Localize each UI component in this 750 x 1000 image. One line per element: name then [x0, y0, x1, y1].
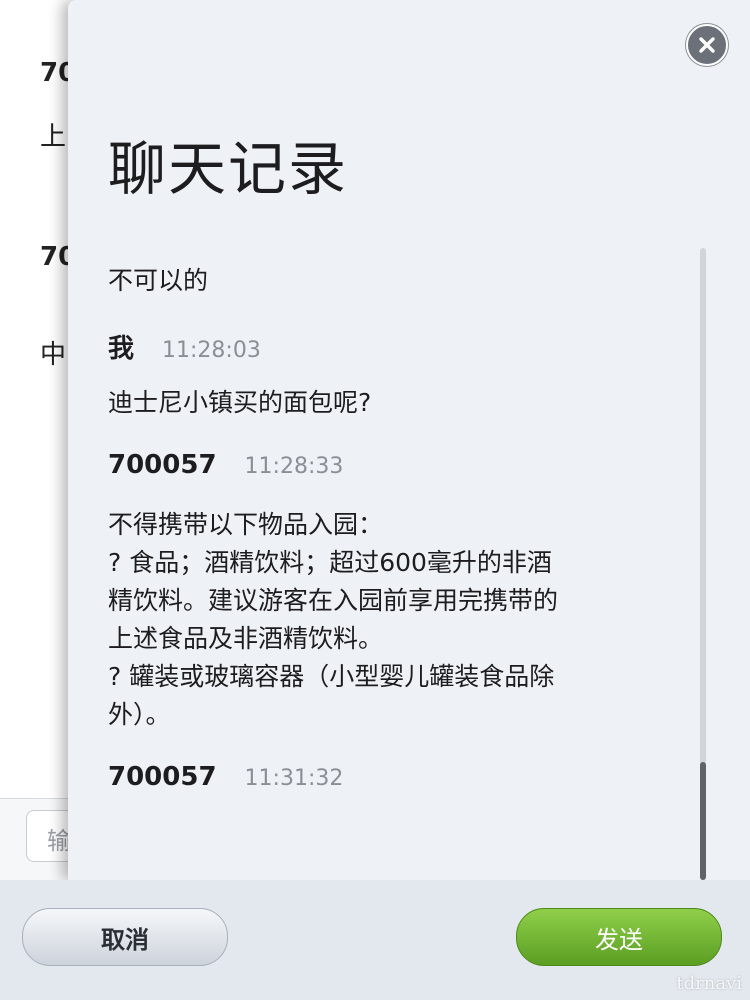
message-header: 700057 11:31:32	[108, 762, 668, 802]
scrollbar-thumb[interactable]	[700, 762, 706, 880]
message-line: 上述食品及非酒精饮料。	[108, 624, 384, 653]
message-sender: 我	[108, 334, 135, 364]
message-item: 70005711:27:28 不可以的	[108, 236, 668, 300]
message-line: 迪士尼小镇买的面包呢?	[108, 388, 372, 417]
message-list: 70005711:27:28 不可以的我 11:28:03 迪士尼小镇买的面包呢? 70…	[108, 236, 668, 802]
message-item: 700057 11:31:32	[108, 762, 668, 802]
message-item: 700057 11:28:33 不得携带以下物品入园： ? 食品；酒精饮料；超过600…	[108, 450, 668, 734]
message-line: 精饮料。建议游客在入园前享用完携带的	[108, 586, 559, 615]
chat-history-list[interactable]: 70005711:27:28 不可以的我 11:28:03 迪士尼小镇买的面包呢? 70…	[68, 236, 708, 880]
message-sender: 700057	[108, 450, 217, 480]
message-text: 不得携带以下物品入园： ? 食品；酒精饮料；超过600毫升的非酒 精饮料。建议游客在…	[108, 506, 628, 734]
message-text: 不可以的	[108, 262, 628, 300]
message-header: 我 11:28:03	[108, 328, 668, 368]
message-text: 迪士尼小镇买的面包呢?	[108, 384, 628, 422]
watermark: tdrnavi	[676, 973, 742, 994]
message-time: 11:31:32	[244, 766, 344, 791]
send-button[interactable]: 发送	[516, 908, 722, 966]
bg-message-1: 上	[40, 122, 67, 152]
message-item: 我 11:28:03 迪士尼小镇买的面包呢?	[108, 328, 668, 422]
message-time: 11:28:03	[162, 338, 261, 363]
message-line: 不得携带以下物品入园：	[108, 510, 384, 539]
bg-message-2: 中	[40, 340, 67, 370]
message-line: ? 食品；酒精饮料；超过600毫升的非酒	[108, 548, 552, 577]
message-line: ? 罐装或玻璃容器（小型婴儿罐装食品除	[108, 662, 555, 691]
dialog-title: 聊天记录	[108, 135, 349, 203]
close-button[interactable]	[686, 24, 728, 66]
message-header: 700057 11:28:33	[108, 450, 668, 490]
cancel-button[interactable]: 取消	[22, 908, 228, 966]
app-screen: 70 上 70 中 输 聊天记录 70005711:27:28不可以的我11:2…	[0, 0, 750, 1000]
message-time: 11:28:33	[244, 454, 344, 479]
close-icon	[699, 37, 715, 53]
message-sender: 700057	[108, 762, 217, 792]
chat-history-dialog: 聊天记录 70005711:27:28 不可以的我 11:28:03 迪士尼小镇买的面…	[68, 0, 750, 880]
message-header: 70005711:27:28	[108, 236, 668, 246]
message-line: 不可以的	[108, 266, 209, 295]
message-line: 外）。	[108, 700, 171, 729]
